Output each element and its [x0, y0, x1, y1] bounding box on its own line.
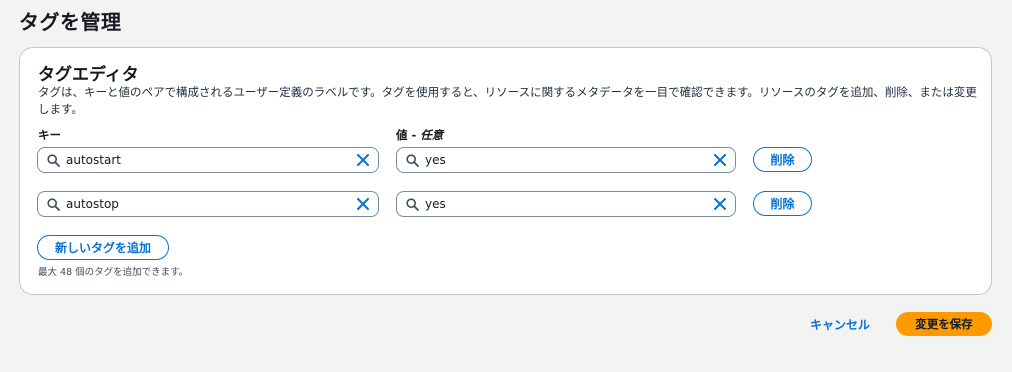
- tag-key-input[interactable]: [66, 149, 348, 171]
- tag-key-input[interactable]: [66, 193, 348, 215]
- remove-tag-button[interactable]: 削除: [753, 147, 812, 172]
- close-icon[interactable]: [348, 192, 378, 216]
- key-column-label: キー: [38, 128, 61, 142]
- tag-key-field[interactable]: [37, 147, 379, 173]
- panel-description: タグは、キーと値のペアで構成されるユーザー定義のラベルです。タグを使用すると、リ…: [38, 85, 977, 116]
- search-icon: [399, 148, 425, 172]
- optional-label: 任意: [420, 128, 444, 142]
- close-icon[interactable]: [348, 148, 378, 172]
- tag-value-field[interactable]: [396, 147, 736, 173]
- remove-tag-button[interactable]: 削除: [753, 191, 812, 216]
- tag-value-input[interactable]: [425, 149, 705, 171]
- tag-limit-hint: 最大 48 個のタグを追加できます。: [38, 267, 189, 278]
- cancel-button[interactable]: キャンセル: [810, 316, 870, 333]
- tag-key-field[interactable]: [37, 191, 379, 217]
- search-icon: [40, 192, 66, 216]
- search-icon: [399, 192, 425, 216]
- page-title: タグを管理: [19, 10, 122, 34]
- panel-title: タグエディタ: [38, 65, 139, 85]
- close-icon[interactable]: [705, 148, 735, 172]
- search-icon: [40, 148, 66, 172]
- value-column-label: 値 - 任意: [396, 127, 443, 143]
- tag-value-input[interactable]: [425, 193, 705, 215]
- close-icon[interactable]: [705, 192, 735, 216]
- tag-value-field[interactable]: [396, 191, 736, 217]
- value-label-text: 値 -: [396, 128, 421, 142]
- add-tag-button[interactable]: 新しいタグを追加: [37, 235, 169, 260]
- save-changes-button[interactable]: 変更を保存: [896, 312, 992, 336]
- tag-editor-panel: タグエディタ タグは、キーと値のペアで構成されるユーザー定義のラベルです。タグを…: [19, 47, 992, 295]
